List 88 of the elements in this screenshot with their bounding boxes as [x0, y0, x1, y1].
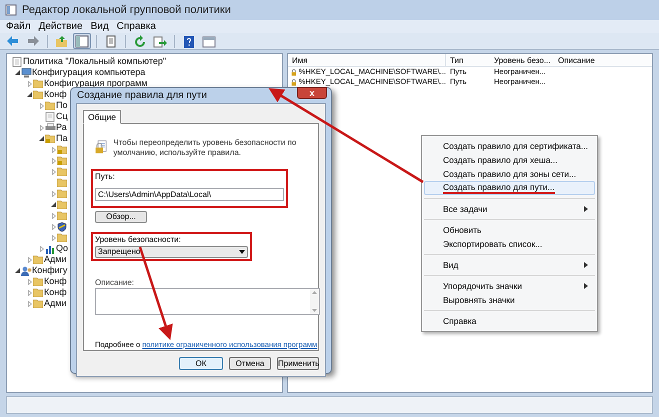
tree-item[interactable]: Конф — [44, 89, 67, 100]
expanded-arrow-icon[interactable] — [51, 202, 56, 207]
collapsed-arrow-icon[interactable] — [52, 158, 56, 164]
column-header[interactable]: Имя — [288, 54, 446, 66]
document-icon — [12, 56, 22, 66]
submenu-arrow-icon — [584, 262, 588, 268]
tree-item[interactable]: Qo — [56, 243, 68, 254]
tree-item[interactable]: Конф — [44, 287, 67, 298]
dialog-button[interactable]: Отмена — [229, 357, 271, 370]
column-header[interactable]: Уровень безо... — [490, 54, 554, 66]
description-field[interactable] — [95, 288, 320, 315]
menu-item[interactable]: Вид — [90, 19, 109, 34]
expanded-arrow-icon[interactable] — [39, 136, 44, 141]
collapsed-arrow-icon[interactable] — [52, 168, 56, 174]
dialog-button[interactable]: ОК — [179, 357, 223, 370]
tree-item[interactable]: Сц — [56, 111, 68, 122]
path-field[interactable]: C:\Users\Admin\AppData\Local\ — [95, 188, 284, 201]
close-button[interactable]: x — [297, 86, 327, 98]
tree-item[interactable]: Адми — [44, 254, 66, 265]
collapsed-arrow-icon[interactable] — [52, 212, 56, 218]
info-text: Чтобы переопределить уровень безопасности по умолчанию, используйте правила. — [113, 137, 298, 158]
menu-item[interactable]: Выровнять значки — [424, 293, 595, 307]
user-icon — [21, 266, 32, 276]
menu-item[interactable]: Вид — [424, 258, 595, 272]
menu-item[interactable]: Экспортировать список... — [424, 237, 595, 251]
folder-icon — [57, 233, 67, 242]
printer-icon — [45, 123, 56, 132]
menu-item[interactable]: Действие — [38, 19, 83, 34]
security-level-dropdown[interactable]: Запрещено — [95, 246, 248, 258]
computer-icon — [21, 68, 32, 78]
browse-button[interactable]: Обзор... — [95, 211, 147, 223]
collapsed-arrow-icon[interactable] — [28, 80, 32, 86]
menu-item[interactable]: Обновить — [424, 223, 595, 237]
folder-icon — [33, 255, 43, 264]
tree-pane-icon[interactable] — [73, 33, 91, 49]
dialog-title: Создание правила для пути — [77, 89, 207, 103]
collapsed-arrow-icon[interactable] — [40, 246, 44, 252]
expanded-arrow-icon[interactable] — [27, 92, 32, 97]
tree-item[interactable]: Политика "Локальный компьютер" — [23, 56, 166, 67]
tree-item[interactable]: Па — [56, 133, 68, 144]
bar-chart-icon — [45, 244, 55, 254]
tree-item[interactable]: Конфигурация программ — [44, 78, 148, 89]
tree-item[interactable]: Адми — [44, 298, 66, 309]
submenu-arrow-icon — [584, 206, 588, 212]
window-title: Редактор локальной групповой политики — [22, 2, 231, 18]
menu-item[interactable]: Файл — [6, 19, 31, 34]
column-header[interactable]: Описание — [554, 54, 624, 66]
dropdown-arrow-icon — [239, 250, 245, 254]
shield-icon — [57, 222, 67, 232]
tree-item[interactable]: Конфигу — [32, 265, 68, 276]
description-label: Описание: — [95, 278, 136, 287]
menu-item[interactable]: Все задачи — [424, 202, 595, 216]
menu-item[interactable]: Справка — [116, 19, 156, 34]
scroll-up-icon[interactable] — [312, 291, 317, 294]
collapsed-arrow-icon[interactable] — [40, 124, 44, 130]
menu-item[interactable]: Создать правило для зоны сети... — [424, 167, 595, 181]
dialog-button[interactable]: Применить — [277, 357, 319, 370]
locked-folder-icon — [57, 156, 67, 165]
security-level-label: Уровень безопасности: — [95, 235, 182, 245]
collapsed-arrow-icon[interactable] — [52, 234, 56, 240]
locked-folder-icon — [57, 145, 67, 154]
tree-item[interactable]: Ра — [56, 122, 67, 133]
menu-item[interactable]: Создать правило для пути... — [424, 181, 595, 195]
expanded-arrow-icon[interactable] — [15, 70, 20, 75]
expanded-arrow-icon[interactable] — [15, 268, 20, 273]
path-label: Путь: — [95, 172, 116, 181]
script-icon — [45, 112, 55, 122]
collapsed-arrow-icon[interactable] — [28, 300, 32, 306]
scroll-down-icon[interactable] — [312, 308, 317, 312]
menu-item[interactable]: Упорядочить значки — [424, 279, 595, 293]
app-icon — [5, 4, 17, 16]
collapsed-arrow-icon[interactable] — [52, 190, 56, 196]
submenu-arrow-icon — [584, 283, 588, 289]
column-header[interactable]: Тип — [446, 54, 490, 66]
locked-folder-icon — [45, 134, 55, 143]
collapsed-arrow-icon[interactable] — [28, 256, 32, 262]
tab[interactable]: Общие — [83, 110, 121, 124]
tree-item[interactable]: По — [56, 100, 68, 111]
collapsed-arrow-icon[interactable] — [28, 290, 32, 296]
menu-item[interactable]: Создать правило для сертификата... — [424, 139, 595, 153]
tree-item[interactable]: Конфигурация компьютера — [32, 67, 146, 78]
menu-item[interactable]: Создать правило для хеша... — [424, 153, 595, 167]
collapsed-arrow-icon[interactable] — [28, 278, 32, 284]
collapsed-arrow-icon[interactable] — [40, 102, 44, 108]
collapsed-arrow-icon[interactable] — [52, 146, 56, 152]
collapsed-arrow-icon[interactable] — [52, 224, 56, 230]
menu-item[interactable]: Справка — [424, 314, 595, 328]
tree-item[interactable]: Конф — [44, 276, 67, 287]
